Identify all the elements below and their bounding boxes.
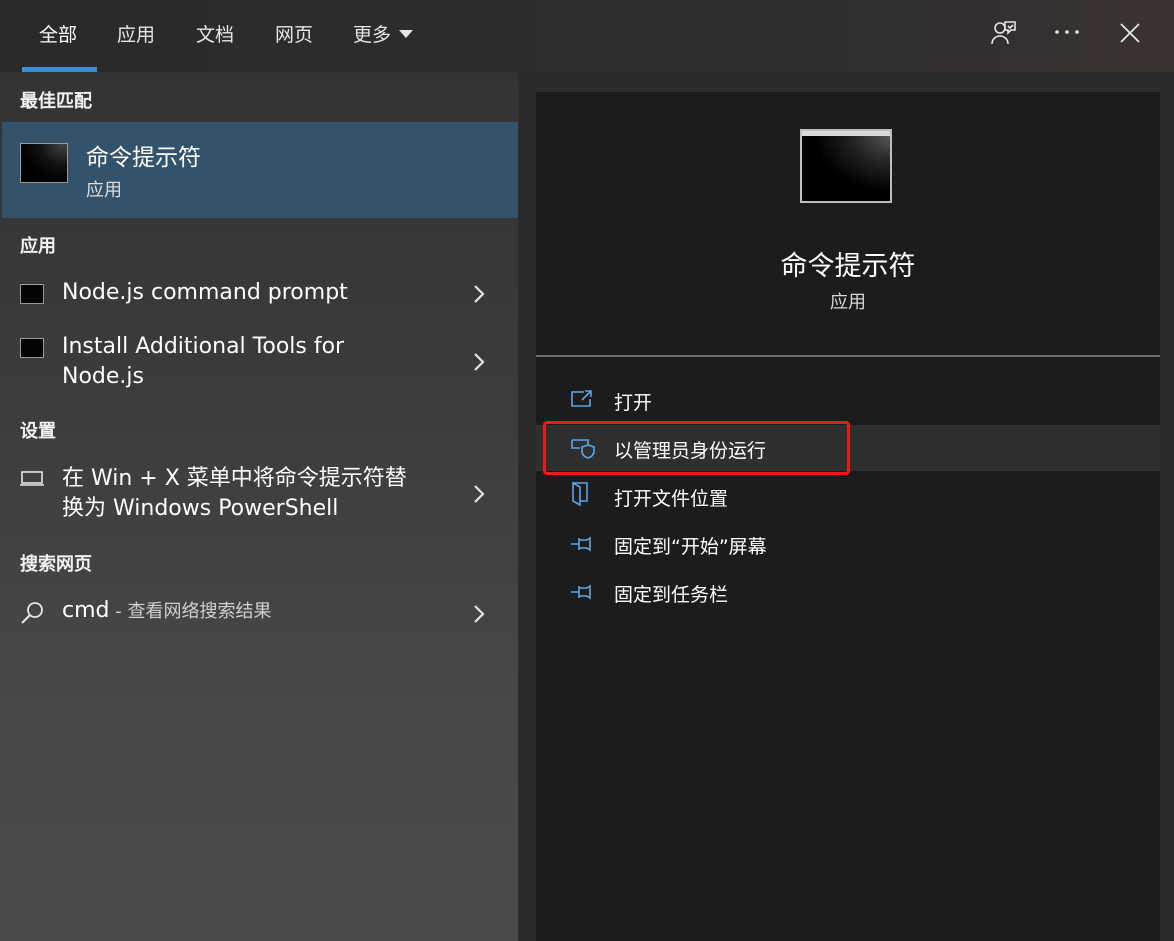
app-item-nodejs-prompt[interactable]: Node.js command prompt — [0, 272, 518, 316]
more-options-icon[interactable] — [1054, 22, 1080, 46]
action-open-file-location-label: 打开文件位置 — [614, 488, 729, 510]
open-icon — [571, 390, 592, 407]
preview-title: 命令提示符 — [780, 251, 916, 282]
app-item-label-line1: Install Additional Tools for — [62, 334, 345, 359]
command-prompt-large-icon — [800, 129, 892, 203]
tab-documents[interactable]: 文档 — [196, 20, 234, 47]
pin-icon — [571, 536, 591, 552]
terminal-icon — [20, 338, 44, 358]
settings-item-label-line1: 在 Win + X 菜单中将命令提示符替 — [62, 466, 407, 491]
app-item-label: Node.js command prompt — [62, 280, 348, 305]
shield-icon — [571, 439, 595, 459]
section-apps: 应用 — [20, 236, 56, 257]
preview-panel: 命令提示符 应用 打开 以管理员身份运行 打开文件位置 固定到“开始”屏幕 固定… — [536, 92, 1160, 941]
app-item-install-tools[interactable]: Install Additional Tools for Node.js — [0, 328, 518, 392]
results-panel: 最佳匹配 命令提示符 应用 应用 Node.js command prompt … — [0, 72, 518, 941]
action-run-as-admin[interactable]: 以管理员身份运行 — [536, 425, 1160, 471]
terminal-icon — [20, 284, 44, 304]
folder-icon — [572, 481, 588, 507]
search-tabs-bar: 全部 应用 文档 网页 更多 — [0, 0, 1174, 72]
close-icon[interactable] — [1119, 22, 1141, 48]
web-search-item[interactable]: cmd - 查看网络搜索结果 — [0, 592, 518, 636]
settings-item-label-line2: 换为 Windows PowerShell — [62, 496, 339, 521]
web-search-hint: - 查看网络搜索结果 — [109, 601, 272, 622]
action-open-file-location[interactable]: 打开文件位置 — [536, 473, 1160, 519]
chevron-right-icon[interactable] — [472, 604, 486, 624]
action-open-label: 打开 — [614, 392, 653, 414]
preview-subtitle: 应用 — [830, 292, 866, 313]
tab-all[interactable]: 全部 — [39, 20, 77, 47]
action-pin-to-start-label: 固定到“开始”屏幕 — [614, 536, 767, 558]
action-pin-to-start[interactable]: 固定到“开始”屏幕 — [536, 521, 1160, 567]
best-match-item[interactable]: 命令提示符 应用 — [2, 122, 518, 218]
laptop-icon — [20, 471, 44, 486]
chevron-right-icon[interactable] — [472, 284, 486, 304]
tab-apps[interactable]: 应用 — [117, 20, 155, 47]
web-search-label: cmd - 查看网络搜索结果 — [62, 596, 271, 627]
action-pin-to-taskbar[interactable]: 固定到任务栏 — [536, 569, 1160, 615]
command-prompt-icon — [20, 143, 68, 183]
web-search-query: cmd — [62, 598, 110, 623]
section-settings: 设置 — [20, 421, 56, 442]
pin-icon — [571, 584, 591, 600]
action-run-as-admin-label: 以管理员身份运行 — [614, 440, 767, 462]
section-best-match: 最佳匹配 — [20, 91, 92, 112]
action-pin-to-taskbar-label: 固定到任务栏 — [614, 584, 729, 606]
chevron-right-icon[interactable] — [472, 352, 486, 372]
best-match-subtitle: 应用 — [86, 180, 122, 201]
settings-item-replace-powershell[interactable]: 在 Win + X 菜单中将命令提示符替 换为 Windows PowerShe… — [0, 462, 518, 526]
caret-down-icon — [399, 29, 414, 38]
chevron-right-icon[interactable] — [472, 484, 486, 504]
action-open[interactable]: 打开 — [536, 377, 1160, 423]
app-item-label-line2: Node.js — [62, 364, 144, 389]
tab-more[interactable]: 更多 — [353, 20, 414, 47]
search-icon — [21, 602, 43, 624]
tab-more-label: 更多 — [353, 24, 392, 46]
tab-web[interactable]: 网页 — [275, 20, 313, 47]
section-web-search: 搜索网页 — [20, 554, 92, 575]
feedback-icon[interactable] — [990, 19, 1018, 51]
best-match-title: 命令提示符 — [86, 145, 201, 171]
divider — [536, 355, 1160, 357]
